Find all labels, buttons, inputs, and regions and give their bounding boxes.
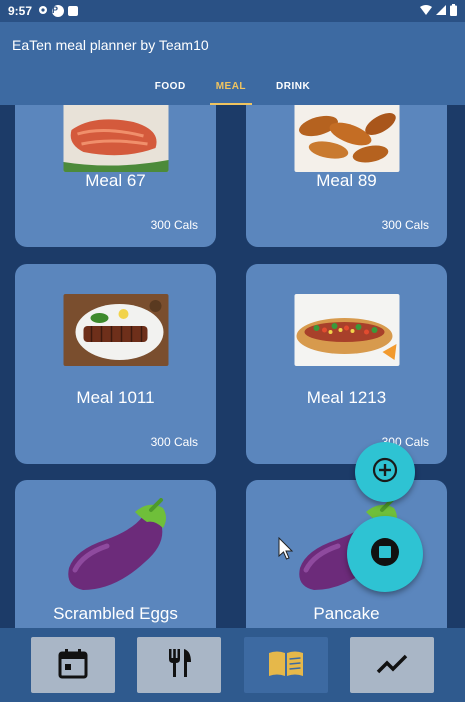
nav-recipes-button[interactable] bbox=[243, 637, 328, 693]
battery-icon bbox=[450, 3, 457, 19]
restaurant-icon bbox=[162, 646, 196, 685]
book-icon bbox=[267, 648, 305, 683]
meal-card[interactable]: Meal 1213 300 Cals bbox=[246, 264, 447, 464]
meal-name: Scrambled Eggs bbox=[53, 604, 178, 623]
calendar-icon bbox=[56, 646, 90, 685]
parking-icon: P bbox=[52, 5, 65, 17]
meal-card[interactable]: Meal 89 300 Cals bbox=[246, 105, 447, 247]
meal-calories: 300 Cals bbox=[381, 218, 429, 232]
meal-name: Meal 1213 bbox=[306, 388, 387, 407]
tab-meal[interactable]: MEAL bbox=[209, 69, 253, 105]
nav-meals-button[interactable] bbox=[137, 637, 222, 693]
tab-bar: FOOD MEAL DRINK bbox=[0, 69, 465, 105]
meal-calories: 300 Cals bbox=[150, 218, 198, 232]
app-title: EaTen meal planner by Team10 bbox=[12, 37, 209, 53]
meal-name: Meal 89 bbox=[316, 171, 377, 190]
tab-drink[interactable]: DRINK bbox=[270, 69, 316, 105]
app-bar: EaTen meal planner by Team10 FOOD MEAL D… bbox=[0, 22, 465, 105]
nav-progress-button[interactable] bbox=[349, 637, 434, 693]
eggplant-icon bbox=[63, 498, 173, 603]
add-fab-button[interactable] bbox=[355, 442, 415, 502]
sim-icon bbox=[68, 6, 79, 16]
meal-card[interactable]: Scrambled Eggs bbox=[15, 480, 216, 628]
status-time: 9:57 bbox=[8, 4, 33, 18]
meal-name: Meal 1011 bbox=[76, 388, 155, 407]
meal-image-chicken-tenders bbox=[294, 105, 399, 172]
add-circle-icon bbox=[372, 457, 398, 488]
meal-name: Meal 67 bbox=[85, 171, 146, 190]
wifi-icon bbox=[420, 4, 432, 18]
signal-icon bbox=[436, 4, 446, 18]
meal-image-salmon bbox=[63, 105, 168, 172]
settings-icon bbox=[38, 4, 48, 18]
stop-icon bbox=[370, 537, 400, 572]
meal-card[interactable]: Meal 67 300 Cals bbox=[15, 105, 216, 247]
stop-fab-button[interactable] bbox=[347, 516, 423, 592]
meal-name: Pancake bbox=[313, 604, 380, 623]
tab-food[interactable]: FOOD bbox=[149, 69, 192, 105]
meal-card[interactable]: Meal 1011 300 Cals bbox=[15, 264, 216, 464]
trending-up-icon bbox=[375, 651, 409, 680]
meal-calories: 300 Cals bbox=[150, 435, 198, 449]
nav-calendar-button[interactable] bbox=[31, 637, 116, 693]
meal-image-hotdog bbox=[294, 294, 399, 366]
meal-image-ribs bbox=[63, 294, 168, 366]
status-bar: 9:57 P bbox=[0, 0, 465, 22]
bottom-nav bbox=[0, 628, 465, 702]
